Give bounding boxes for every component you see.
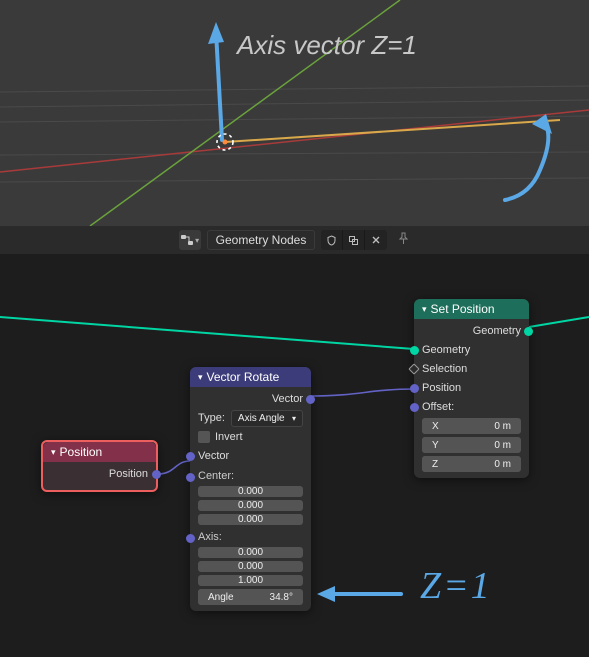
offset-z-field[interactable]: Z 0 m (422, 456, 521, 472)
socket-input-center[interactable] (186, 473, 195, 482)
node-position[interactable]: ▾ Position Position (41, 440, 158, 492)
center-y-field[interactable]: 0.000 (198, 500, 303, 511)
socket-input-selection[interactable] (408, 363, 419, 374)
axis-y-field[interactable]: 0.000 (198, 561, 303, 572)
header-action-group (321, 230, 387, 250)
offset-y-val: 0 m (449, 437, 521, 453)
center-z-field[interactable]: 0.000 (198, 514, 303, 525)
chevron-down-icon: ▾ (51, 447, 56, 458)
nodegroup-selector[interactable]: Geometry Nodes (207, 230, 316, 250)
close-icon (371, 235, 381, 245)
duplicate-icon-button[interactable] (343, 230, 365, 250)
offset-z-key: Z (422, 456, 448, 472)
duplicate-icon (348, 235, 359, 246)
node-header[interactable]: ▾ Vector Rotate (190, 367, 311, 387)
output-geometry-label: Geometry (473, 325, 521, 337)
node-header[interactable]: ▾ Set Position (414, 299, 529, 319)
rotation-type-value: Axis Angle (238, 413, 285, 424)
socket-output-geometry[interactable] (524, 327, 533, 336)
input-geometry-label: Geometry (422, 344, 470, 356)
pin-icon (397, 232, 410, 245)
viewport-3d[interactable]: Axis vector Z=1 (0, 0, 589, 226)
angle-field[interactable]: Angle 34.8° (198, 589, 303, 605)
offset-label: Offset: (422, 401, 454, 413)
annotation-text: Z=1 (420, 564, 492, 608)
axis-label: Axis: (198, 531, 222, 543)
axis-x-field[interactable]: 0.000 (198, 547, 303, 558)
annotation-arrow (313, 579, 403, 609)
input-vector-label: Vector (198, 450, 229, 462)
offset-x-key: X (422, 418, 449, 434)
offset-x-val: 0 m (449, 418, 521, 434)
nodegroup-name: Geometry Nodes (216, 233, 307, 247)
offset-z-val: 0 m (448, 456, 521, 472)
viewport-overlay (0, 0, 589, 226)
output-position-label: Position (109, 468, 148, 480)
offset-x-field[interactable]: X 0 m (422, 418, 521, 434)
offset-y-key: Y (422, 437, 449, 453)
chevron-down-icon: ▾ (195, 236, 199, 245)
angle-key: Angle (198, 589, 244, 605)
node-editor-icon (180, 233, 194, 247)
node-title: Set Position (431, 302, 495, 316)
invert-checkbox[interactable] (198, 431, 210, 443)
node-editor[interactable]: ▾ Set Position Geometry Geometry Selecti… (0, 254, 589, 657)
socket-input-position[interactable] (410, 384, 419, 393)
socket-input-offset[interactable] (410, 403, 419, 412)
chevron-down-icon: ▾ (198, 372, 203, 383)
pin-button[interactable] (397, 232, 410, 248)
shield-icon (326, 235, 337, 246)
node-vector-rotate[interactable]: ▾ Vector Rotate Vector Type: Axis Angle … (190, 367, 311, 611)
socket-input-geometry[interactable] (410, 346, 419, 355)
editor-type-button[interactable]: ▾ (179, 230, 201, 250)
socket-input-axis[interactable] (186, 534, 195, 543)
node-editor-header: ▾ Geometry Nodes (0, 226, 589, 254)
offset-y-field[interactable]: Y 0 m (422, 437, 521, 453)
output-vector-label: Vector (272, 393, 303, 405)
socket-input-vector[interactable] (186, 452, 195, 461)
axis-z-field[interactable]: 1.000 (198, 575, 303, 586)
type-label: Type: (198, 412, 225, 424)
input-selection-label: Selection (422, 363, 467, 375)
center-x-field[interactable]: 0.000 (198, 486, 303, 497)
node-set-position[interactable]: ▾ Set Position Geometry Geometry Selecti… (414, 299, 529, 478)
socket-output-position[interactable] (152, 470, 161, 479)
center-label: Center: (198, 470, 234, 482)
node-header[interactable]: ▾ Position (43, 442, 156, 462)
chevron-down-icon: ▾ (292, 414, 296, 423)
close-icon-button[interactable] (365, 230, 387, 250)
rotation-type-select[interactable]: Axis Angle ▾ (231, 410, 303, 427)
input-position-label: Position (422, 382, 461, 394)
socket-output-vector[interactable] (306, 395, 315, 404)
angle-val: 34.8° (244, 589, 303, 605)
node-title: Position (60, 445, 103, 459)
chevron-down-icon: ▾ (422, 304, 427, 315)
shield-icon-button[interactable] (321, 230, 343, 250)
node-title: Vector Rotate (207, 370, 280, 384)
invert-label: Invert (215, 431, 243, 443)
